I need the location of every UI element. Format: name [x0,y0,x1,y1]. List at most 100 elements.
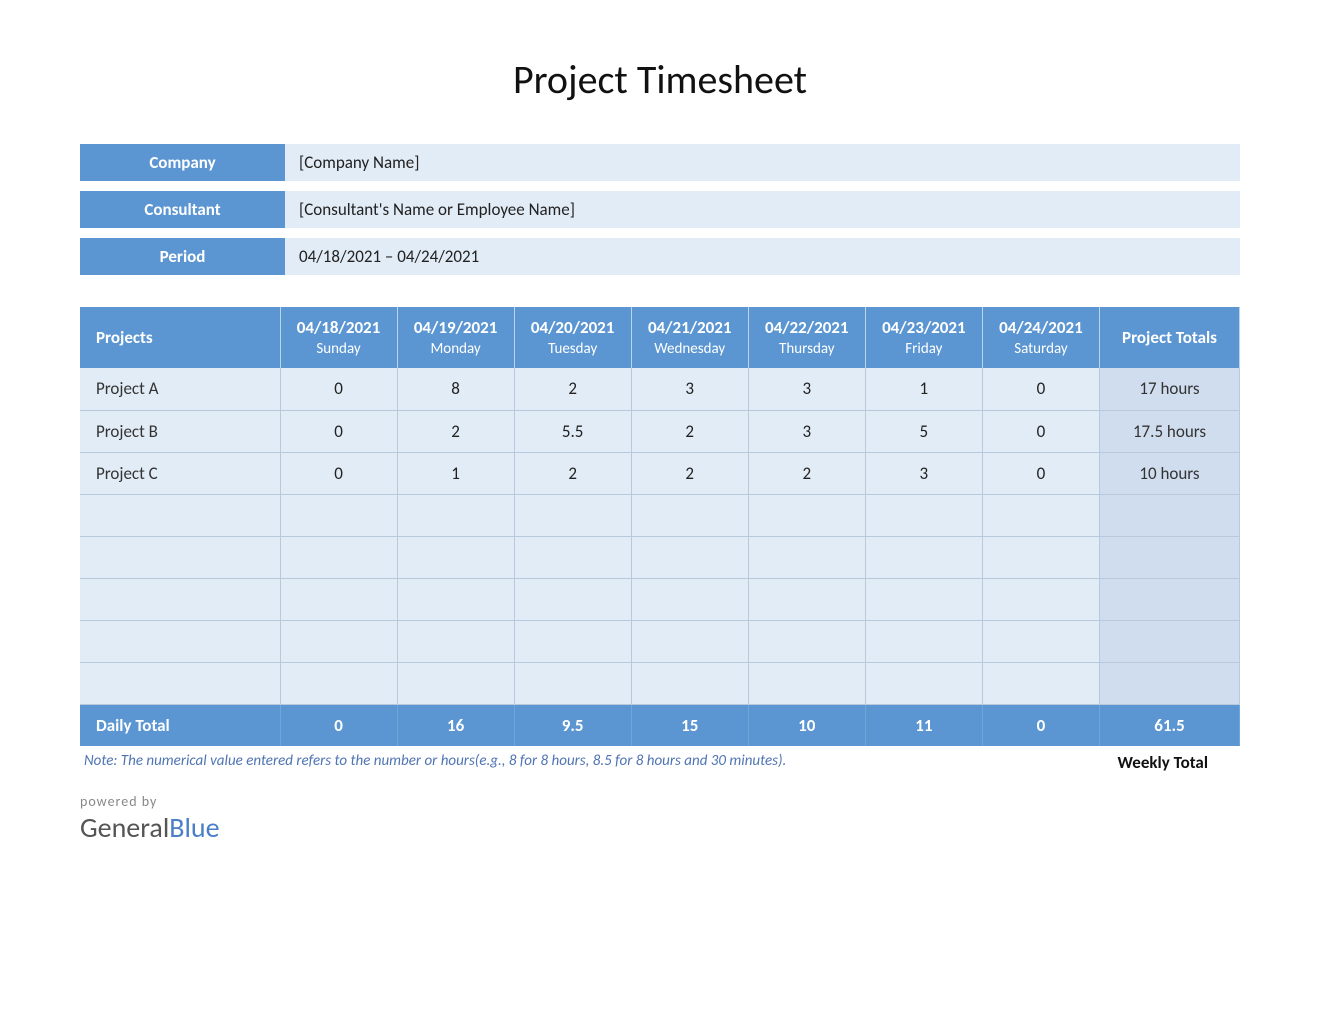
hours-cell[interactable] [865,662,982,704]
project-name-cell[interactable] [80,536,280,578]
hours-cell[interactable] [280,620,397,662]
project-name-cell[interactable] [80,494,280,536]
hours-cell[interactable] [397,578,514,620]
brand-name-part2: Blue [169,810,219,845]
hours-cell[interactable]: 0 [982,368,1099,410]
hours-cell[interactable]: 2 [631,452,748,494]
hours-cell[interactable]: 8 [397,368,514,410]
hours-cell[interactable]: 2 [748,452,865,494]
day-header: 04/18/2021Sunday [280,307,397,368]
hours-cell[interactable]: 0 [280,410,397,452]
consultant-label: Consultant [80,191,285,228]
project-name-cell[interactable]: Project C [80,452,280,494]
hours-cell[interactable] [982,536,1099,578]
hours-cell[interactable] [631,494,748,536]
hours-cell[interactable] [982,578,1099,620]
day-header: 04/19/2021Monday [397,307,514,368]
hours-cell[interactable]: 3 [748,368,865,410]
hours-cell[interactable]: 2 [631,410,748,452]
company-value[interactable]: [Company Name] [285,144,1240,181]
hours-cell[interactable] [280,536,397,578]
hours-cell[interactable] [748,494,865,536]
hours-cell[interactable]: 3 [631,368,748,410]
table-row [80,662,1240,704]
hours-cell[interactable] [865,578,982,620]
hours-cell[interactable] [865,620,982,662]
day-name: Wednesday [638,340,742,358]
timesheet-table: Projects 04/18/2021Sunday 04/19/2021Mond… [80,307,1240,746]
hours-cell[interactable] [748,536,865,578]
day-header: 04/21/2021Wednesday [631,307,748,368]
hours-cell[interactable] [397,662,514,704]
day-name: Tuesday [521,340,625,358]
period-value[interactable]: 04/18/2021 – 04/24/2021 [285,238,1240,275]
hours-cell[interactable] [631,578,748,620]
project-total-cell [1100,578,1240,620]
hours-cell[interactable] [280,494,397,536]
hours-cell[interactable] [631,620,748,662]
hours-cell[interactable] [514,494,631,536]
hours-cell[interactable]: 1 [865,368,982,410]
hours-cell[interactable] [631,662,748,704]
project-name-cell[interactable] [80,620,280,662]
hours-cell[interactable] [982,620,1099,662]
hours-cell[interactable] [748,620,865,662]
hours-cell[interactable]: 3 [865,452,982,494]
daily-total-cell: 0 [982,704,1099,746]
hours-cell[interactable] [514,662,631,704]
project-total-cell [1100,494,1240,536]
hours-cell[interactable] [397,494,514,536]
hours-cell[interactable] [748,578,865,620]
hours-cell[interactable]: 5 [865,410,982,452]
project-name-cell[interactable]: Project A [80,368,280,410]
day-header: 04/24/2021Saturday [982,307,1099,368]
project-name-cell[interactable] [80,662,280,704]
project-total-cell: 17.5 hours [1100,410,1240,452]
hours-cell[interactable] [514,578,631,620]
day-name: Saturday [989,340,1093,358]
daily-total-label: Daily Total [80,704,280,746]
table-row [80,578,1240,620]
hours-cell[interactable] [748,662,865,704]
hours-cell[interactable]: 2 [514,452,631,494]
company-label: Company [80,144,285,181]
hours-cell[interactable]: 1 [397,452,514,494]
generalblue-logo: GeneralBlue [80,810,1240,845]
hours-cell[interactable] [280,662,397,704]
table-row [80,536,1240,578]
day-date: 04/20/2021 [521,317,625,338]
project-name-cell[interactable] [80,578,280,620]
hours-cell[interactable] [865,536,982,578]
day-name: Friday [872,340,976,358]
hours-cell[interactable] [397,536,514,578]
hours-cell[interactable]: 2 [514,368,631,410]
hours-cell[interactable] [514,536,631,578]
hours-cell[interactable] [280,578,397,620]
hours-cell[interactable] [982,662,1099,704]
daily-total-cell: 16 [397,704,514,746]
weekly-total-label: Weekly Total [1117,752,1236,773]
hours-cell[interactable]: 2 [397,410,514,452]
hours-cell[interactable] [631,536,748,578]
project-name-cell[interactable]: Project B [80,410,280,452]
hours-cell[interactable]: 3 [748,410,865,452]
hours-cell[interactable]: 0 [280,368,397,410]
daily-total-cell: 15 [631,704,748,746]
hours-cell[interactable] [865,494,982,536]
day-name: Thursday [755,340,859,358]
table-row: Project A082331017 hours [80,368,1240,410]
period-label: Period [80,238,285,275]
hours-cell[interactable]: 0 [280,452,397,494]
hours-cell[interactable]: 0 [982,410,1099,452]
header-row: Projects 04/18/2021Sunday 04/19/2021Mond… [80,307,1240,368]
hours-cell[interactable]: 5.5 [514,410,631,452]
hours-cell[interactable]: 0 [982,452,1099,494]
hours-cell[interactable] [982,494,1099,536]
hours-cell[interactable] [397,620,514,662]
company-row: Company [Company Name] [80,144,1240,181]
consultant-value[interactable]: [Consultant's Name or Employee Name] [285,191,1240,228]
brand-logo: powered by GeneralBlue [80,793,1240,845]
day-name: Monday [404,340,508,358]
table-row [80,494,1240,536]
hours-cell[interactable] [514,620,631,662]
